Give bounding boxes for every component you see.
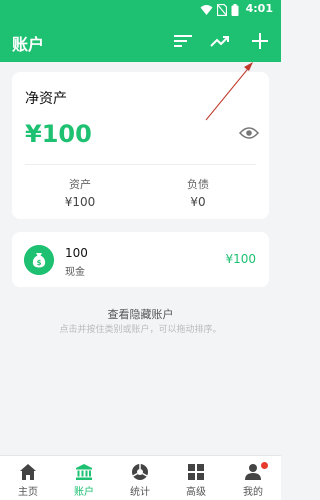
no-sim-icon: [217, 4, 227, 16]
status-time: 4:01: [245, 2, 273, 15]
trend-icon[interactable]: [208, 29, 232, 53]
view-hidden-accounts-link[interactable]: 查看隐藏账户: [0, 306, 281, 322]
account-amount: 100: [65, 246, 88, 260]
nav-item-home[interactable]: 主页: [0, 456, 56, 500]
nav-label: 统计: [130, 487, 150, 498]
nav-item-accounts[interactable]: 账户: [56, 456, 112, 500]
svg-text:$: $: [37, 259, 42, 267]
net-worth-title: 净资产: [25, 91, 67, 107]
assets-summary: 资产 ¥100: [35, 176, 125, 209]
nav-item-stats[interactable]: 统计: [112, 456, 168, 500]
notification-badge: [261, 462, 268, 469]
plus-icon[interactable]: [248, 29, 272, 53]
battery-icon: [231, 4, 239, 16]
assets-label: 资产: [69, 178, 91, 191]
nav-label: 我的: [243, 487, 263, 498]
wifi-icon: [200, 5, 213, 15]
net-worth-card[interactable]: 净资产 ¥100 资产 ¥100 负债 ¥0: [12, 72, 269, 219]
net-worth-value: ¥100: [25, 120, 92, 148]
status-bar: 4:01: [0, 0, 281, 20]
assets-value: ¥100: [64, 195, 96, 209]
account-balance: ¥100: [225, 252, 256, 266]
money-bag-icon: $: [24, 245, 54, 275]
account-name: 现金: [65, 267, 85, 278]
nav-item-advanced[interactable]: 高级: [168, 456, 224, 500]
person-icon: [245, 464, 261, 480]
home-icon: [20, 464, 36, 480]
nav-label: 高级: [186, 487, 206, 498]
app-bar: 账户: [0, 20, 281, 62]
bottom-nav: 主页 账户 统计 高级 我的: [0, 455, 281, 500]
bank-icon: [76, 464, 92, 480]
divider: [25, 164, 256, 165]
debt-summary: 负债 ¥0: [153, 176, 243, 209]
debt-value: ¥0: [190, 195, 206, 209]
debt-label: 负债: [187, 178, 209, 191]
page-title: 账户: [12, 35, 45, 54]
pie-icon: [132, 464, 148, 480]
sort-icon[interactable]: [171, 29, 195, 53]
eye-icon[interactable]: [239, 126, 259, 140]
drag-sort-hint: 点击并按住类别或账户，可以拖动排序。: [59, 325, 222, 335]
grid-icon: [188, 464, 204, 480]
nav-label: 主页: [18, 487, 38, 498]
account-row-cash[interactable]: $ 100 现金 ¥100: [12, 232, 269, 287]
nav-label: 账户: [74, 487, 94, 498]
nav-item-mine[interactable]: 我的: [225, 456, 281, 500]
